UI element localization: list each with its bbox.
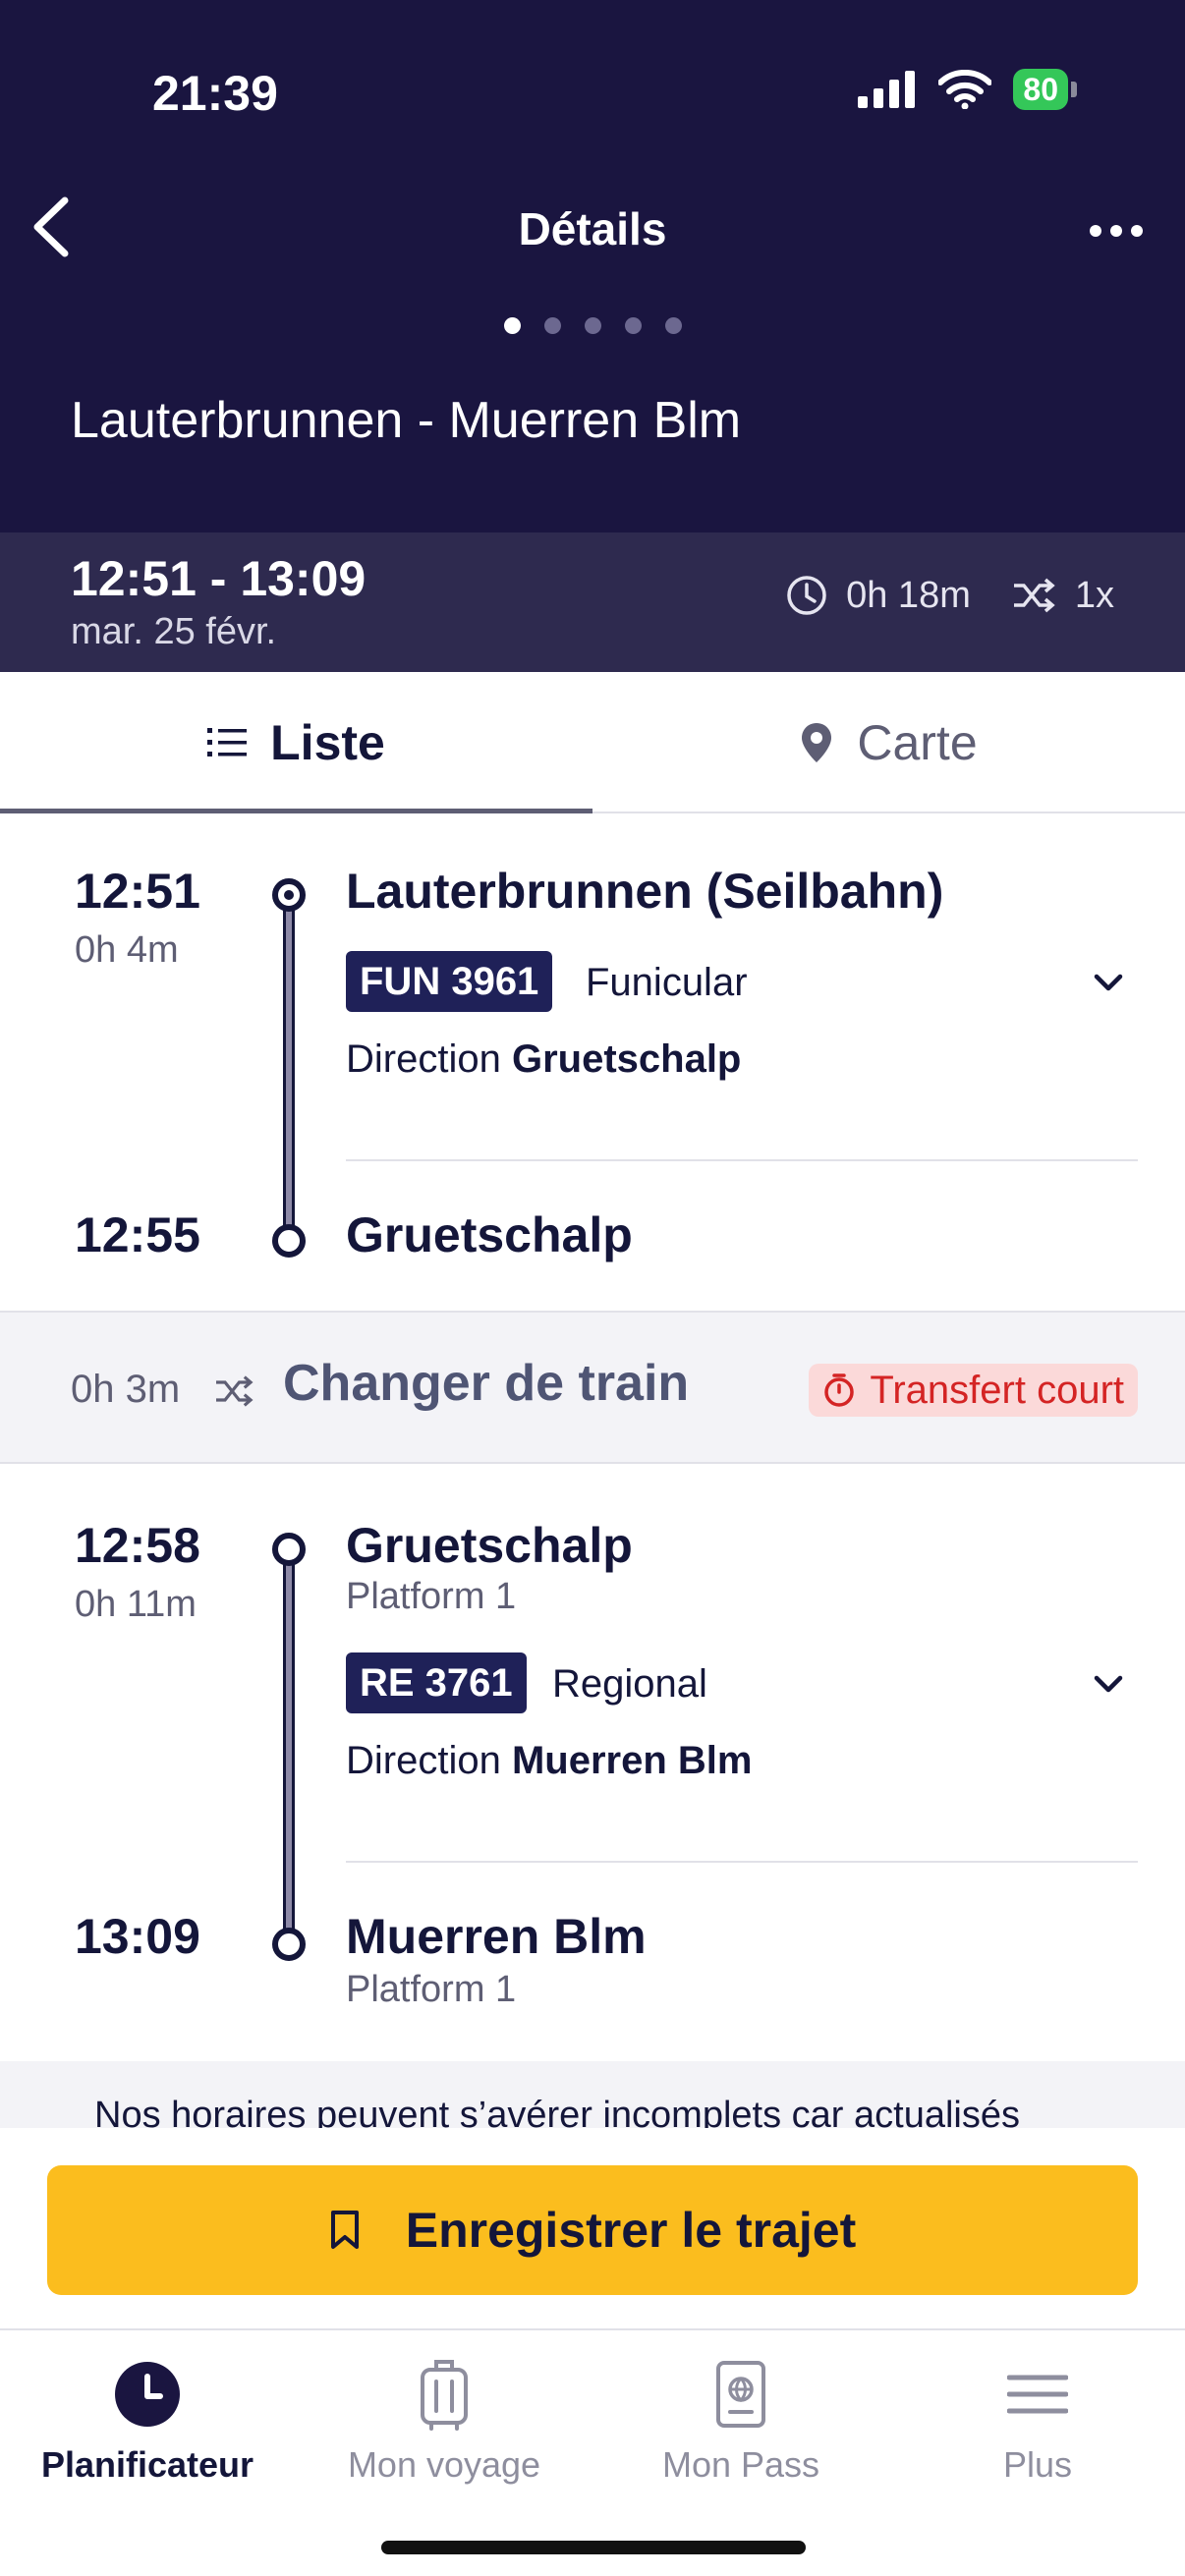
train-direction: Direction Muerren Blm (346, 1739, 752, 1783)
direction-label: Direction (346, 1739, 501, 1782)
page-title: Détails (518, 203, 667, 254)
nav-more[interactable]: Plus (890, 2350, 1185, 2486)
trip-transfers: 1x (1074, 574, 1114, 616)
view-tabs: Liste Carte (0, 672, 1185, 813)
departure-station: Lauterbrunnen (Seilbahn) (346, 864, 944, 919)
direction-destination: Muerren Blm (511, 1739, 753, 1782)
departure-platform: Platform 1 (346, 1576, 517, 1617)
menu-icon (1007, 2375, 1068, 2414)
departure-node (272, 1533, 306, 1566)
journey-leg-2: 12:58 0h 11m Gruetschalp Platform 1 RE 3… (0, 1464, 1185, 2061)
trip-duration: 0h 18m (846, 574, 971, 616)
page-dot-3[interactable] (584, 317, 601, 334)
train-badge: RE 3761 (346, 1652, 527, 1713)
chevron-down-icon (1094, 1675, 1123, 1693)
shuffle-icon (1013, 578, 1055, 613)
train-badge: FUN 3961 (346, 951, 553, 1012)
nav-my-pass-label: Mon Pass (661, 2444, 820, 2485)
short-transfer-badge: Transfert court (809, 1364, 1138, 1417)
arrival-platform: Platform 1 (346, 1969, 517, 2010)
arrival-station: Muerren Blm (346, 1909, 647, 1964)
bottom-navigation: Planificateur Mon voyage Mon Pass Plus (0, 2328, 1185, 2576)
clock-icon (115, 2362, 180, 2427)
active-tab-underline (0, 809, 592, 813)
more-dot-icon (1131, 225, 1143, 237)
train-mode: Regional (552, 1662, 707, 1706)
page-dot-1[interactable] (503, 317, 521, 334)
page-dot-2[interactable] (543, 317, 561, 334)
leg-duration: 0h 11m (75, 1584, 197, 1625)
status-time: 21:39 (152, 66, 278, 121)
train-mode: Funicular (586, 961, 748, 1004)
shuffle-icon (216, 1375, 254, 1407)
tab-list[interactable]: Liste (0, 672, 592, 813)
tab-map-label: Carte (857, 715, 978, 770)
header: 21:39 80 Détails Lauterbrunnen - Muerren… (0, 0, 1185, 532)
route-line (283, 894, 295, 1234)
stopwatch-icon (824, 1373, 855, 1407)
nav-planner-label: Planificateur (40, 2444, 254, 2485)
transfer-duration: 0h 3m (71, 1368, 181, 1411)
tab-map[interactable]: Carte (592, 672, 1185, 813)
nav-my-trip[interactable]: Mon voyage (297, 2350, 592, 2486)
transfer-label: Changer de train (283, 1355, 690, 1412)
disclaimer-text: Nos horaires peuvent s’avérer incomplets… (94, 2095, 1020, 2130)
arrival-time: 12:55 (75, 1207, 200, 1262)
departure-time: 12:51 (75, 864, 200, 919)
disclaimer-area: Nos horaires peuvent s’avérer incomplets… (0, 2061, 1185, 2130)
short-transfer-text: Transfert court (870, 1368, 1124, 1412)
direction-label: Direction (346, 1037, 501, 1081)
arrival-node (272, 1224, 306, 1258)
more-dot-icon (1110, 225, 1122, 237)
arrival-node (272, 1928, 306, 1961)
nav-more-label: Plus (1002, 2444, 1073, 2485)
bookmark-icon (330, 2211, 359, 2249)
more-dot-icon (1090, 225, 1101, 237)
wifi-icon (938, 70, 992, 109)
clock-icon (787, 576, 826, 615)
more-options-button[interactable] (1077, 206, 1156, 255)
train-direction: Direction Gruetschalp (346, 1037, 741, 1082)
home-indicator (381, 2541, 806, 2554)
trip-date: mar. 25 févr. (71, 611, 277, 652)
battery-tip (1071, 82, 1077, 97)
page-dot-4[interactable] (624, 317, 642, 334)
expand-leg-button[interactable] (1089, 963, 1128, 1002)
battery-level: 80 (1013, 69, 1068, 110)
list-icon (207, 728, 248, 756)
departure-node (272, 878, 306, 912)
divider (346, 1159, 1138, 1161)
divider (346, 1861, 1138, 1863)
chevron-down-icon (1094, 974, 1123, 991)
departure-time: 12:58 (75, 1518, 200, 1573)
trip-meta: 0h 18m 1x (785, 574, 1114, 617)
trip-times: 12:51 - 13:09 (71, 551, 367, 606)
transfer-section: 0h 3m Changer de train Transfert court (0, 1311, 1185, 1464)
save-trip-label: Enregistrer le trajet (405, 2203, 857, 2258)
route-title: Lauterbrunnen - Muerren Blm (71, 392, 742, 449)
luggage-icon (421, 2360, 468, 2431)
tab-list-label: Liste (270, 715, 385, 770)
page-indicator[interactable] (0, 317, 1185, 334)
passport-icon (716, 2361, 765, 2428)
page-dot-5[interactable] (664, 317, 682, 334)
arrival-station: Gruetschalp (346, 1207, 633, 1262)
route-line (283, 1548, 295, 1941)
nav-my-trip-label: Mon voyage (347, 2444, 541, 2485)
expand-leg-button[interactable] (1089, 1664, 1128, 1704)
trip-summary: 12:51 - 13:09 mar. 25 févr. 0h 18m 1x (0, 532, 1185, 672)
battery-indicator: 80 (1013, 69, 1077, 110)
status-icons: 80 (858, 69, 1077, 110)
journey-leg-1: 12:51 0h 4m Lauterbrunnen (Seilbahn) FUN… (0, 815, 1185, 1311)
departure-station: Gruetschalp (346, 1518, 633, 1573)
nav-my-pass[interactable]: Mon Pass (593, 2350, 888, 2486)
direction-destination: Gruetschalp (511, 1037, 742, 1081)
save-trip-button[interactable]: Enregistrer le trajet (47, 2165, 1138, 2295)
cellular-signal-icon (858, 71, 916, 108)
leg-duration: 0h 4m (75, 929, 179, 971)
map-pin-icon (802, 723, 832, 762)
nav-planner[interactable]: Planificateur (0, 2350, 295, 2486)
save-area: Enregistrer le trajet (0, 2128, 1185, 2328)
arrival-time: 13:09 (75, 1909, 200, 1964)
